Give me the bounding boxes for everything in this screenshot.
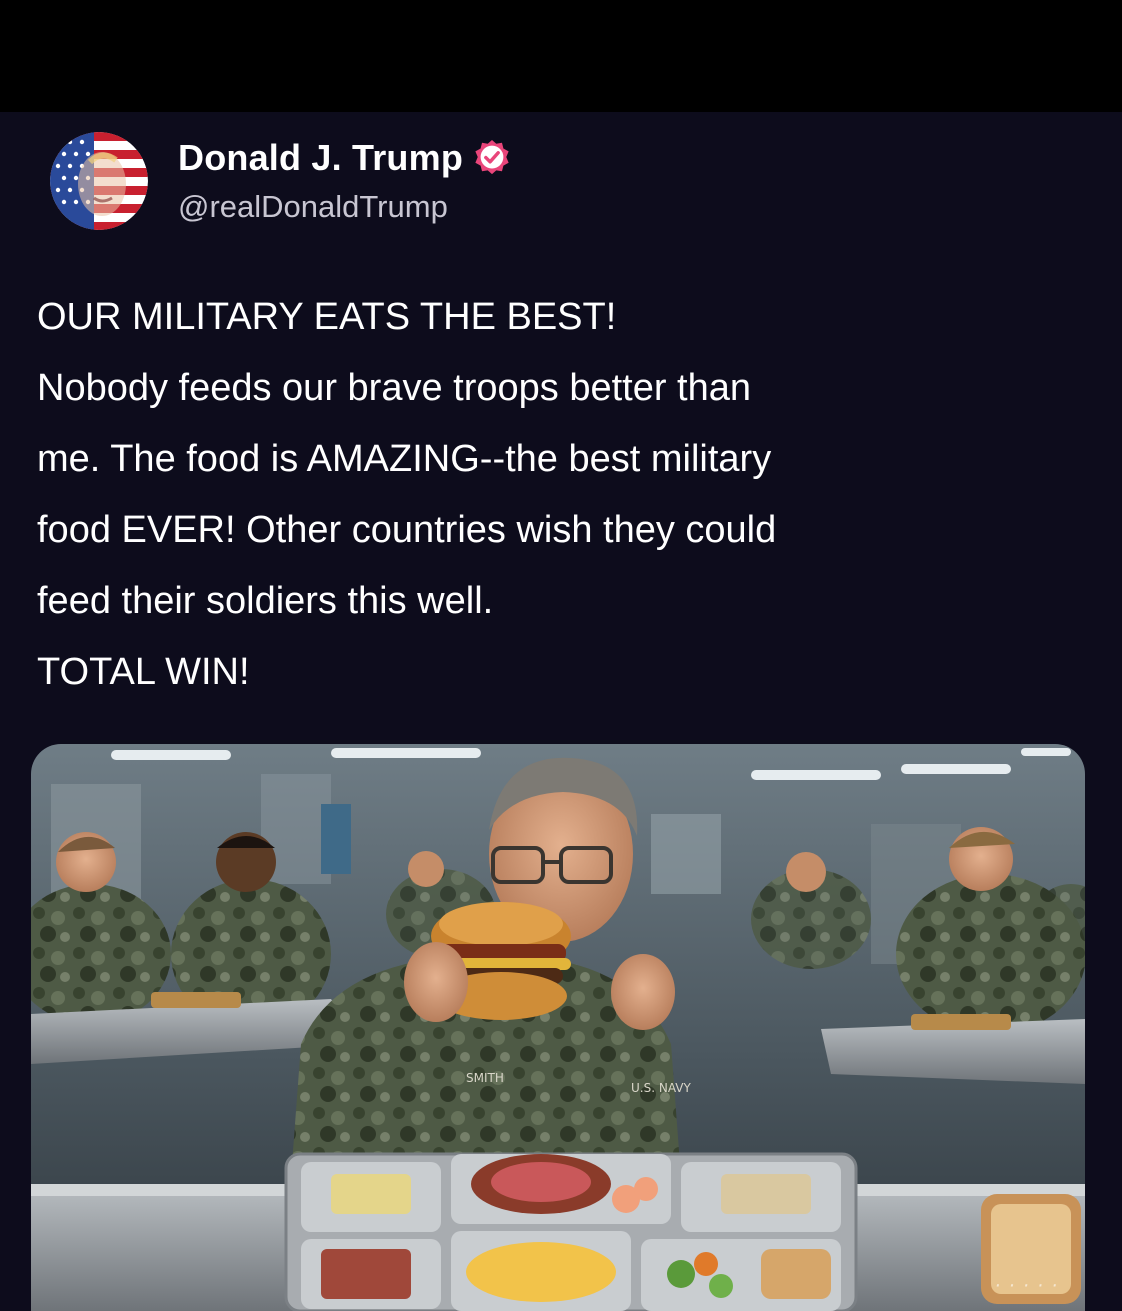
post-text-line: food EVER! Other countries wish they cou… bbox=[37, 509, 777, 551]
post-card: Donald J. Trump @realDonaldTrump OUR MIL… bbox=[0, 112, 1122, 1311]
post-text-line: TOTAL WIN! bbox=[37, 651, 250, 693]
navy-tag-text: U.S. NAVY bbox=[631, 1081, 691, 1095]
post-text-line: me. The food is AMAZING--the best milita… bbox=[37, 438, 772, 480]
post-text-line: Nobody feeds our brave troops better tha… bbox=[37, 367, 752, 409]
post-text: OUR MILITARY EATS THE BEST! Nobody feeds… bbox=[37, 282, 1097, 708]
mess-hall-photo: SMITH U.S. NAVY bbox=[31, 744, 1085, 1311]
flag-portrait-avatar-icon bbox=[50, 132, 148, 230]
post-text-line: feed their soldiers this well. bbox=[37, 580, 494, 622]
author-handle[interactable]: @realDonaldTrump bbox=[178, 189, 511, 225]
author-display-name[interactable]: Donald J. Trump bbox=[178, 137, 463, 179]
author-names: Donald J. Trump @realDonaldTrump bbox=[178, 137, 511, 225]
image-watermark: · · · · · bbox=[994, 1274, 1059, 1296]
verified-badge-icon bbox=[475, 139, 509, 175]
name-tag-text: SMITH bbox=[466, 1071, 504, 1085]
top-black-bar bbox=[0, 0, 1122, 112]
post-image[interactable]: SMITH U.S. NAVY · · · · · bbox=[31, 744, 1085, 1311]
avatar[interactable] bbox=[50, 132, 148, 230]
post-header: Donald J. Trump @realDonaldTrump bbox=[50, 132, 511, 230]
post-text-line: OUR MILITARY EATS THE BEST! bbox=[37, 296, 617, 338]
name-row: Donald J. Trump bbox=[178, 137, 511, 179]
